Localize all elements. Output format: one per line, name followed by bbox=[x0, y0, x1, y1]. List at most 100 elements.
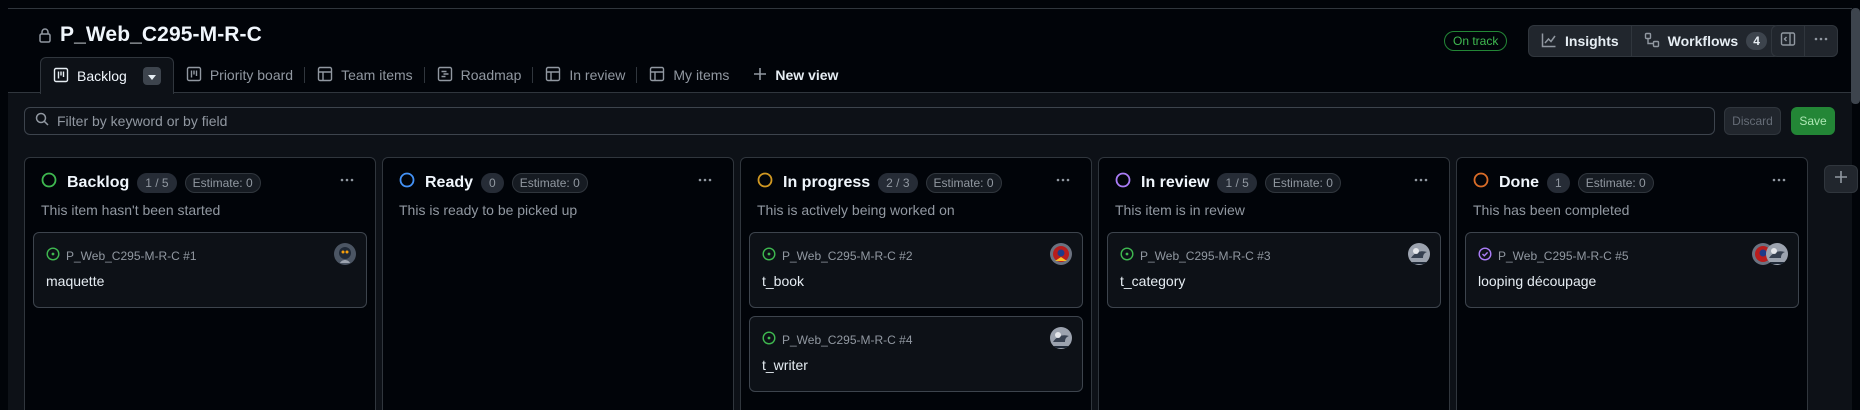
search-icon bbox=[35, 112, 49, 131]
workflows-count: 4 bbox=[1746, 32, 1767, 50]
triangle-down-icon bbox=[147, 68, 156, 84]
add-column-button[interactable] bbox=[1824, 165, 1858, 193]
workflow-icon bbox=[1644, 32, 1660, 51]
avatar[interactable] bbox=[1766, 243, 1788, 265]
board-icon bbox=[53, 67, 69, 86]
card-reference: P_Web_C295-M-R-C #3 bbox=[1120, 247, 1271, 264]
status-badge[interactable]: On track bbox=[1444, 31, 1508, 51]
status-circle-icon bbox=[399, 172, 415, 193]
column-count: 1 / 5 bbox=[1217, 172, 1257, 193]
column-backlog: Backlog 1 / 5 Estimate: 0 This item hasn… bbox=[24, 157, 376, 410]
project-title-row: P_Web_C295-M-R-C bbox=[38, 23, 262, 47]
new-view-label: New view bbox=[775, 67, 839, 83]
column-in-progress: In progress 2 / 3 Estimate: 0 This is ac… bbox=[740, 157, 1092, 410]
item-card[interactable]: P_Web_C295-M-R-C #5 looping découpage bbox=[1465, 232, 1799, 308]
sidebar-toggle-button[interactable] bbox=[1771, 25, 1805, 57]
tab-label: Priority board bbox=[209, 67, 294, 83]
workflows-label: Workflows bbox=[1667, 33, 1739, 49]
project-window: P_Web_C295-M-R-C On track Insights Workf… bbox=[8, 8, 1858, 410]
tab-label: Backlog bbox=[77, 68, 127, 84]
column-menu-icon[interactable] bbox=[697, 172, 713, 193]
avatar[interactable] bbox=[1050, 243, 1072, 265]
column-title: Done bbox=[1499, 173, 1539, 191]
estimate-badge: Estimate: 0 bbox=[511, 172, 588, 193]
card-reference: P_Web_C295-M-R-C #2 bbox=[762, 247, 913, 264]
avatar[interactable] bbox=[334, 243, 356, 265]
column-count: 0 bbox=[481, 172, 504, 193]
more-options-button[interactable] bbox=[1804, 25, 1838, 57]
card-ref-text[interactable]: P_Web_C295-M-R-C #2 bbox=[782, 249, 913, 263]
card-reference: P_Web_C295-M-R-C #4 bbox=[762, 331, 913, 348]
status-circle-icon bbox=[41, 172, 57, 193]
tab-label: In review bbox=[569, 67, 626, 83]
column-menu-icon[interactable] bbox=[339, 172, 355, 193]
column-description: This has been completed bbox=[1473, 202, 1630, 218]
discard-button[interactable]: Discard bbox=[1724, 107, 1781, 135]
workflows-button[interactable]: Workflows 4 bbox=[1630, 26, 1779, 56]
header-button-group: Insights Workflows 4 bbox=[1528, 25, 1780, 57]
column-in-review: In review 1 / 5 Estimate: 0 This item is… bbox=[1098, 157, 1450, 410]
card-title[interactable]: t_writer bbox=[762, 357, 808, 373]
tab-label: My items bbox=[673, 67, 730, 83]
insights-button[interactable]: Insights bbox=[1529, 26, 1631, 56]
page-title[interactable]: P_Web_C295-M-R-C bbox=[60, 23, 262, 47]
filter-input[interactable] bbox=[57, 113, 1704, 129]
avatar[interactable] bbox=[1408, 243, 1430, 265]
column-count: 1 / 5 bbox=[137, 172, 177, 193]
filter-bar[interactable] bbox=[24, 107, 1715, 135]
tab-priority-board[interactable]: Priority board bbox=[174, 57, 306, 93]
status-circle-icon bbox=[757, 172, 773, 193]
column-done: Done 1 Estimate: 0 This has been complet… bbox=[1456, 157, 1808, 410]
item-card[interactable]: P_Web_C295-M-R-C #2 t_book bbox=[749, 232, 1083, 308]
table-icon bbox=[649, 66, 665, 85]
sidebar-expand-icon bbox=[1780, 31, 1796, 52]
column-description: This is ready to be picked up bbox=[399, 202, 578, 218]
column-header: In review 1 / 5 Estimate: 0 bbox=[1115, 172, 1341, 193]
status-circle-icon bbox=[1473, 172, 1489, 193]
save-button[interactable]: Save bbox=[1791, 107, 1835, 135]
item-card[interactable]: P_Web_C295-M-R-C #4 t_writer bbox=[749, 316, 1083, 392]
table-icon bbox=[545, 66, 561, 85]
column-menu-icon[interactable] bbox=[1055, 172, 1071, 193]
tab-label: Team items bbox=[341, 67, 413, 83]
card-title[interactable]: t_book bbox=[762, 273, 804, 289]
card-ref-text[interactable]: P_Web_C295-M-R-C #4 bbox=[782, 333, 913, 347]
card-title[interactable]: maquette bbox=[46, 273, 104, 289]
plus-icon bbox=[1834, 170, 1848, 189]
column-title: In review bbox=[1141, 173, 1210, 191]
column-menu-icon[interactable] bbox=[1413, 172, 1429, 193]
avatar[interactable] bbox=[1050, 327, 1072, 349]
card-title[interactable]: looping découpage bbox=[1478, 273, 1596, 289]
roadmap-icon bbox=[437, 66, 453, 85]
graph-icon bbox=[1541, 32, 1557, 51]
card-reference: P_Web_C295-M-R-C #1 bbox=[46, 247, 197, 264]
tab-backlog[interactable]: Backlog bbox=[40, 57, 174, 94]
estimate-badge: Estimate: 0 bbox=[925, 172, 1002, 193]
tab-in-review[interactable]: In review bbox=[533, 57, 638, 93]
plus-icon bbox=[753, 67, 767, 84]
card-ref-text[interactable]: P_Web_C295-M-R-C #1 bbox=[66, 249, 197, 263]
view-options-button[interactable] bbox=[142, 67, 161, 85]
column-title: In progress bbox=[783, 173, 871, 191]
issue-open-icon bbox=[762, 331, 776, 348]
item-card[interactable]: P_Web_C295-M-R-C #3 t_category bbox=[1107, 232, 1441, 308]
card-title[interactable]: t_category bbox=[1120, 273, 1185, 289]
item-card[interactable]: P_Web_C295-M-R-C #1 maquette bbox=[33, 232, 367, 308]
scrollbar[interactable] bbox=[1851, 8, 1860, 104]
tab-my-items[interactable]: My items bbox=[637, 57, 741, 93]
new-view-button[interactable]: New view bbox=[741, 57, 850, 93]
tab-roadmap[interactable]: Roadmap bbox=[425, 57, 534, 93]
card-ref-text[interactable]: P_Web_C295-M-R-C #5 bbox=[1498, 249, 1629, 263]
insights-label: Insights bbox=[1565, 33, 1619, 49]
tab-label: Roadmap bbox=[460, 67, 522, 83]
issue-open-icon bbox=[1120, 247, 1134, 264]
card-ref-text[interactable]: P_Web_C295-M-R-C #3 bbox=[1140, 249, 1271, 263]
column-title: Ready bbox=[425, 173, 474, 191]
estimate-badge: Estimate: 0 bbox=[184, 172, 261, 193]
tab-team-items[interactable]: Team items bbox=[305, 57, 425, 93]
column-header: Done 1 Estimate: 0 bbox=[1473, 172, 1654, 193]
column-menu-icon[interactable] bbox=[1771, 172, 1787, 193]
view-tabs: Backlog Priority board Team items Roadma… bbox=[40, 57, 850, 94]
column-header: Backlog 1 / 5 Estimate: 0 bbox=[41, 172, 261, 193]
column-description: This item hasn't been started bbox=[41, 202, 221, 218]
